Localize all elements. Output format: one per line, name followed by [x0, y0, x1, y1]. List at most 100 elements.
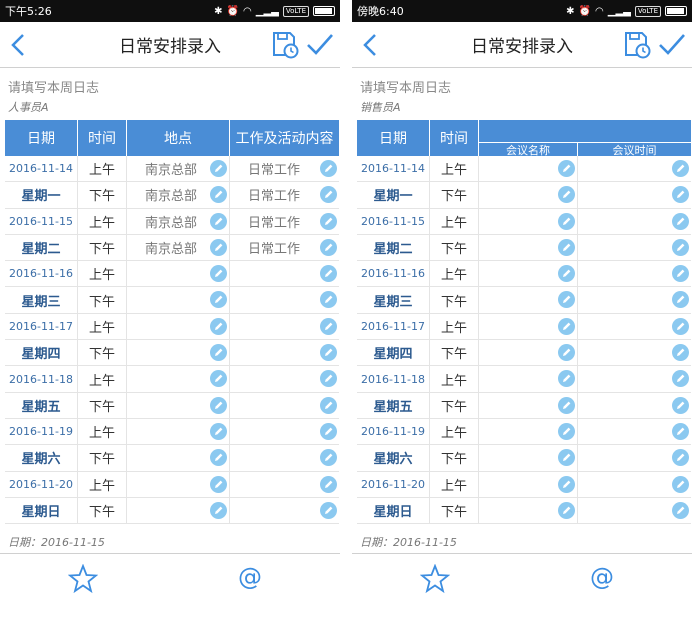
editable-cell-col4[interactable]: 日常工作	[230, 156, 339, 181]
editable-cell-col3[interactable]	[479, 497, 578, 524]
pencil-edit-icon[interactable]	[672, 160, 689, 177]
confirm-check-icon[interactable]	[657, 30, 687, 60]
pencil-edit-icon[interactable]	[320, 291, 337, 309]
pencil-edit-icon[interactable]	[672, 291, 689, 309]
back-arrow-icon[interactable]	[4, 30, 34, 60]
save-schedule-icon[interactable]	[270, 30, 300, 60]
editable-cell-col3[interactable]	[479, 261, 578, 287]
editable-cell-col4[interactable]	[230, 261, 339, 286]
pencil-edit-icon[interactable]	[558, 160, 575, 177]
pencil-edit-icon[interactable]	[210, 396, 227, 414]
editable-cell-col4[interactable]: 日常工作	[230, 209, 339, 234]
editable-cell-col4[interactable]	[230, 287, 339, 312]
pencil-edit-icon[interactable]	[558, 344, 575, 362]
editable-cell-col4[interactable]	[578, 261, 691, 286]
editable-cell-col3[interactable]	[479, 182, 578, 208]
pencil-edit-icon[interactable]	[672, 475, 689, 493]
pencil-edit-icon[interactable]	[210, 186, 227, 204]
pencil-edit-icon[interactable]	[210, 475, 227, 493]
pencil-edit-icon[interactable]	[558, 370, 575, 388]
pencil-edit-icon[interactable]	[558, 449, 575, 467]
star-icon[interactable]	[68, 564, 98, 594]
pencil-edit-icon[interactable]	[320, 344, 337, 362]
editable-cell-col4[interactable]	[578, 472, 691, 497]
mention-at-icon[interactable]: @	[590, 563, 614, 591]
pencil-edit-icon[interactable]	[558, 238, 575, 256]
editable-cell-col4[interactable]	[578, 209, 691, 234]
pencil-edit-icon[interactable]	[558, 501, 575, 519]
pencil-edit-icon[interactable]	[210, 265, 227, 283]
pencil-edit-icon[interactable]	[210, 291, 227, 309]
pencil-edit-icon[interactable]	[558, 475, 575, 493]
editable-cell-col4[interactable]	[230, 366, 339, 391]
editable-cell-col4[interactable]	[230, 340, 339, 365]
editable-cell-col3[interactable]	[479, 208, 578, 234]
editable-cell-col4[interactable]: 日常工作	[230, 182, 339, 207]
editable-cell-col3[interactable]	[127, 366, 230, 392]
editable-cell-col4[interactable]	[578, 287, 691, 312]
editable-cell-col3[interactable]	[479, 392, 578, 418]
pencil-edit-icon[interactable]	[320, 422, 337, 440]
editable-cell-col4[interactable]	[578, 393, 691, 418]
pencil-edit-icon[interactable]	[210, 370, 227, 388]
save-schedule-icon[interactable]	[622, 30, 652, 60]
pencil-edit-icon[interactable]	[320, 160, 337, 177]
editable-cell-col3[interactable]	[127, 340, 230, 366]
editable-cell-col3[interactable]	[479, 366, 578, 392]
pencil-edit-icon[interactable]	[210, 422, 227, 440]
editable-cell-col4[interactable]	[230, 498, 339, 523]
pencil-edit-icon[interactable]	[672, 422, 689, 440]
editable-cell-col4[interactable]	[230, 445, 339, 470]
pencil-edit-icon[interactable]	[672, 396, 689, 414]
pencil-edit-icon[interactable]	[210, 344, 227, 362]
pencil-edit-icon[interactable]	[320, 238, 337, 256]
pencil-edit-icon[interactable]	[210, 238, 227, 256]
editable-cell-col3[interactable]: 南京总部	[127, 156, 230, 182]
editable-cell-col4[interactable]	[578, 366, 691, 391]
editable-cell-col4[interactable]	[578, 498, 691, 523]
editable-cell-col3[interactable]	[127, 313, 230, 340]
editable-cell-col4[interactable]	[230, 419, 339, 444]
pencil-edit-icon[interactable]	[320, 396, 337, 414]
editable-cell-col3[interactable]	[127, 287, 230, 313]
pencil-edit-icon[interactable]	[672, 265, 689, 283]
pencil-edit-icon[interactable]	[320, 265, 337, 283]
back-arrow-icon[interactable]	[356, 30, 386, 60]
pencil-edit-icon[interactable]	[210, 449, 227, 467]
pencil-edit-icon[interactable]	[320, 475, 337, 493]
editable-cell-col4[interactable]	[230, 393, 339, 418]
pencil-edit-icon[interactable]	[672, 212, 689, 230]
editable-cell-col4[interactable]	[578, 419, 691, 444]
pencil-edit-icon[interactable]	[320, 317, 337, 335]
star-icon[interactable]	[420, 564, 450, 594]
pencil-edit-icon[interactable]	[558, 291, 575, 309]
confirm-check-icon[interactable]	[305, 30, 335, 60]
editable-cell-col3[interactable]	[479, 313, 578, 340]
editable-cell-col3[interactable]: 南京总部	[127, 182, 230, 208]
editable-cell-col4[interactable]	[230, 314, 339, 339]
pencil-edit-icon[interactable]	[672, 344, 689, 362]
editable-cell-col3[interactable]	[479, 287, 578, 313]
editable-cell-col3[interactable]	[127, 445, 230, 471]
pencil-edit-icon[interactable]	[558, 186, 575, 204]
mention-at-icon[interactable]: @	[238, 563, 262, 591]
pencil-edit-icon[interactable]	[672, 449, 689, 467]
editable-cell-col4[interactable]	[230, 472, 339, 497]
editable-cell-col3[interactable]	[479, 445, 578, 471]
pencil-edit-icon[interactable]	[558, 212, 575, 230]
pencil-edit-icon[interactable]	[210, 212, 227, 230]
editable-cell-col4[interactable]	[578, 235, 691, 260]
pencil-edit-icon[interactable]	[558, 265, 575, 283]
editable-cell-col3[interactable]: 南京总部	[127, 208, 230, 234]
editable-cell-col4[interactable]: 日常工作	[230, 235, 339, 260]
pencil-edit-icon[interactable]	[558, 422, 575, 440]
pencil-edit-icon[interactable]	[320, 449, 337, 467]
editable-cell-col3[interactable]	[479, 340, 578, 366]
editable-cell-col3[interactable]	[127, 471, 230, 497]
editable-cell-col3[interactable]	[479, 418, 578, 445]
editable-cell-col3[interactable]	[127, 392, 230, 418]
editable-cell-col3[interactable]	[479, 471, 578, 497]
pencil-edit-icon[interactable]	[210, 160, 227, 177]
editable-cell-col3[interactable]	[479, 156, 578, 182]
editable-cell-col3[interactable]	[127, 497, 230, 524]
